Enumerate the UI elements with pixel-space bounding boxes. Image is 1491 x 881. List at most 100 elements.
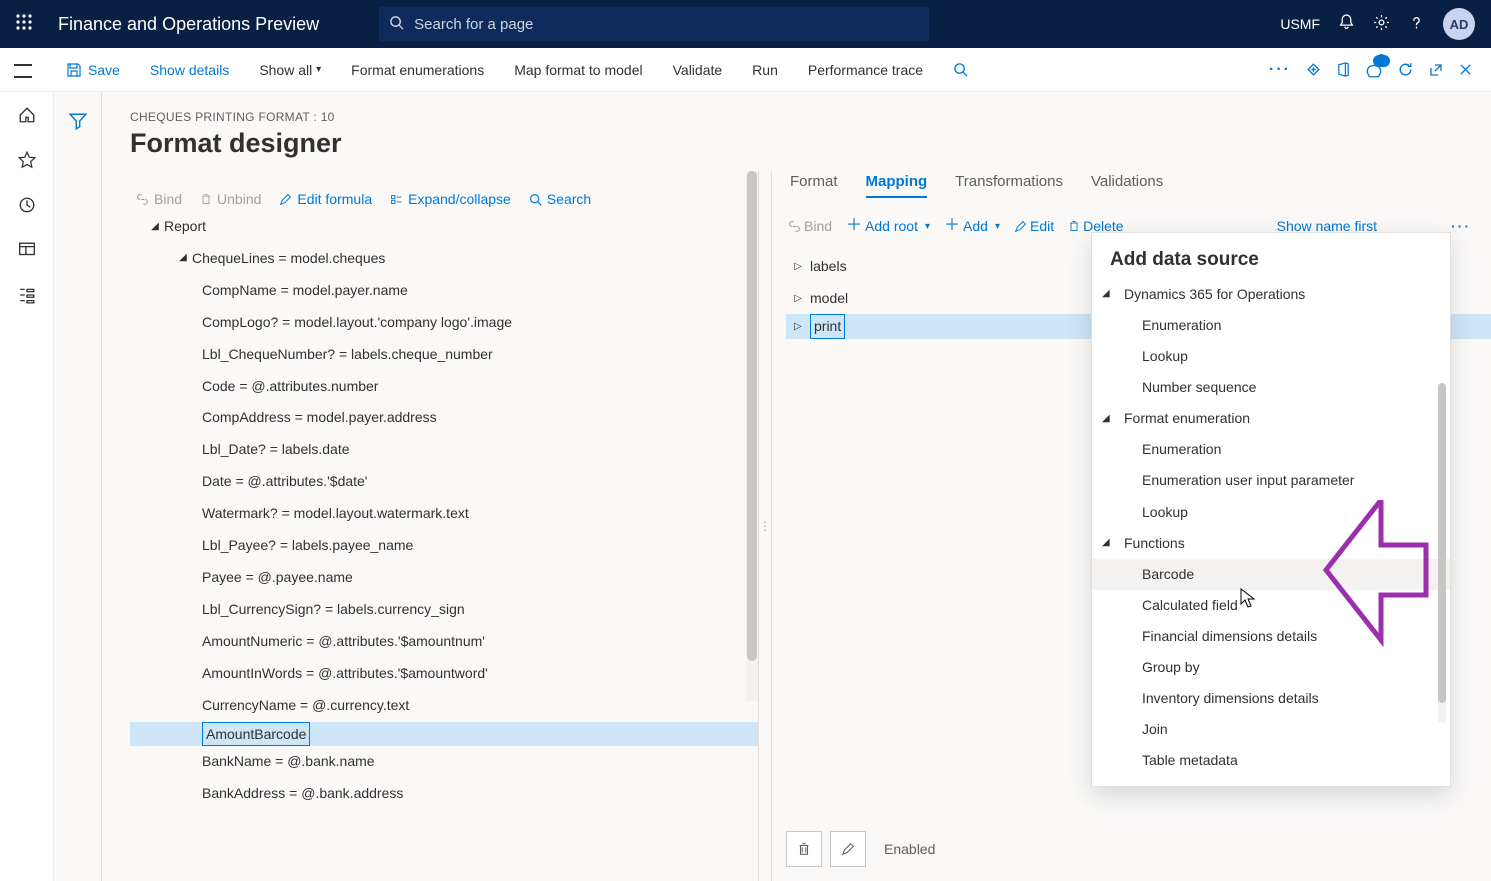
recent-icon[interactable] xyxy=(18,196,36,219)
r-more-icon[interactable]: ··· xyxy=(1451,218,1471,234)
popup-item[interactable]: Inventory dimensions details xyxy=(1092,683,1450,714)
popup-item[interactable]: Table metadata xyxy=(1092,745,1450,776)
popup-group-header[interactable]: ◢Format enumeration xyxy=(1092,403,1450,434)
add-button[interactable]: ＋Add▾ xyxy=(944,218,1000,234)
edit-formula-label: Edit formula xyxy=(297,191,372,207)
validate-button[interactable]: Validate xyxy=(661,48,735,91)
popup-item[interactable]: Lookup xyxy=(1092,497,1450,528)
tree-row[interactable]: Lbl_Payee? = labels.payee_name xyxy=(130,530,758,562)
tree-label: BankName = @.bank.name xyxy=(202,746,375,778)
app-launcher-icon[interactable] xyxy=(8,14,40,35)
popup-item[interactable]: Financial dimensions details xyxy=(1092,621,1450,652)
command-bar: Save Show details Show all ▾ Format enum… xyxy=(0,48,1491,92)
tree-row[interactable]: AmountBarcode xyxy=(130,722,758,746)
popup-item[interactable]: Number sequence xyxy=(1092,372,1450,403)
bind-button[interactable]: Bind xyxy=(136,191,182,207)
tree-row[interactable]: Payee = @.payee.name xyxy=(130,562,758,594)
tree-row[interactable]: ◢Report xyxy=(130,211,758,243)
tree-row[interactable]: Lbl_ChequeNumber? = labels.cheque_number xyxy=(130,339,758,371)
pane-splitter[interactable] xyxy=(758,171,772,881)
expand-collapse-button[interactable]: Expand/collapse xyxy=(390,191,511,207)
bottom-delete-button[interactable] xyxy=(786,831,822,867)
office-icon[interactable] xyxy=(1336,61,1351,78)
tree-label: Watermark? = model.layout.watermark.text xyxy=(202,498,469,530)
tree-label: Report xyxy=(164,211,206,243)
tree-label: Lbl_Payee? = labels.payee_name xyxy=(202,530,413,562)
tree-row[interactable]: BankName = @.bank.name xyxy=(130,746,758,778)
help-icon[interactable] xyxy=(1408,14,1425,34)
format-tree[interactable]: ◢Report◢ChequeLines = model.chequesCompN… xyxy=(130,207,758,810)
tree-row[interactable]: CompLogo? = model.layout.'company logo'.… xyxy=(130,307,758,339)
popup-scrollbar[interactable] xyxy=(1438,383,1446,723)
bottom-edit-button[interactable] xyxy=(830,831,866,867)
unbind-button[interactable]: Unbind xyxy=(200,191,261,207)
tree-row[interactable]: Code = @.attributes.number xyxy=(130,371,758,403)
refresh-icon[interactable] xyxy=(1397,61,1414,78)
notifications-badge-icon[interactable]: 0 xyxy=(1365,61,1383,79)
right-tabs: Format Mapping Transformations Validatio… xyxy=(782,171,1491,200)
popup-group-header[interactable]: ◢Functions xyxy=(1092,528,1450,559)
modules-icon[interactable] xyxy=(18,286,36,309)
tab-format[interactable]: Format xyxy=(790,173,838,198)
tree-row[interactable]: CompName = model.payer.name xyxy=(130,275,758,307)
popup-item[interactable]: Enumeration user input parameter xyxy=(1092,465,1450,496)
format-enumerations-button[interactable]: Format enumerations xyxy=(339,48,496,91)
run-button[interactable]: Run xyxy=(740,48,790,91)
tree-row[interactable]: Date = @.attributes.'$date' xyxy=(130,466,758,498)
tree-label: Lbl_Date? = labels.date xyxy=(202,434,350,466)
tab-transformations[interactable]: Transformations xyxy=(955,173,1063,198)
tree-row[interactable]: Watermark? = model.layout.watermark.text xyxy=(130,498,758,530)
tree-row[interactable]: ◢ChequeLines = model.cheques xyxy=(130,243,758,275)
company-code[interactable]: USMF xyxy=(1280,16,1320,32)
filter-icon[interactable] xyxy=(69,112,87,881)
performance-trace-button[interactable]: Performance trace xyxy=(796,48,935,91)
popout-icon[interactable] xyxy=(1428,62,1444,78)
tab-mapping[interactable]: Mapping xyxy=(866,173,928,198)
tree-row[interactable]: AmountNumeric = @.attributes.'$amountnum… xyxy=(130,626,758,658)
show-details-button[interactable]: Show details xyxy=(138,48,241,91)
add-root-button[interactable]: ＋Add root▾ xyxy=(846,218,930,234)
save-button[interactable]: Save xyxy=(54,48,132,91)
popup-item[interactable]: Calculated field xyxy=(1092,590,1450,621)
popup-item[interactable]: Barcode xyxy=(1092,559,1450,590)
popup-item[interactable]: Lookup xyxy=(1092,341,1450,372)
more-icon[interactable]: ··· xyxy=(1269,61,1291,79)
close-icon[interactable] xyxy=(1458,62,1473,77)
map-format-button[interactable]: Map format to model xyxy=(502,48,654,91)
tree-label: CompAddress = model.payer.address xyxy=(202,402,437,434)
tree-row[interactable]: BankAddress = @.bank.address xyxy=(130,778,758,810)
popup-item-label: Lookup xyxy=(1142,497,1188,528)
tree-row[interactable]: CurrencyName = @.currency.text xyxy=(130,690,758,722)
popup-group-header[interactable]: ◢Dynamics 365 for Operations xyxy=(1092,279,1450,310)
chevron-down-icon: ▾ xyxy=(995,221,1000,232)
home-icon[interactable] xyxy=(18,106,36,129)
workspace-icon[interactable] xyxy=(18,241,36,264)
tree-row[interactable]: CompAddress = model.payer.address xyxy=(130,402,758,434)
edit-formula-button[interactable]: Edit formula xyxy=(279,191,372,207)
global-search-input[interactable]: Search for a page xyxy=(379,7,929,41)
cmd-search-button[interactable] xyxy=(941,48,980,91)
tree-label: AmountNumeric = @.attributes.'$amountnum… xyxy=(202,626,485,658)
show-all-button[interactable]: Show all ▾ xyxy=(247,48,333,91)
tab-validations[interactable]: Validations xyxy=(1091,173,1163,198)
popup-item[interactable]: Join xyxy=(1092,714,1450,745)
tree-row[interactable]: Lbl_CurrencySign? = labels.currency_sign xyxy=(130,594,758,626)
popup-item[interactable]: Enumeration xyxy=(1092,310,1450,341)
star-icon[interactable] xyxy=(18,151,36,174)
gear-icon[interactable] xyxy=(1373,14,1390,34)
r-bind-button[interactable]: Bind xyxy=(788,218,832,234)
r-edit-button[interactable]: Edit xyxy=(1014,218,1054,234)
user-avatar[interactable]: AD xyxy=(1443,8,1475,40)
popup-item[interactable]: Enumeration xyxy=(1092,434,1450,465)
tree-search-button[interactable]: Search xyxy=(529,191,591,207)
tree-row[interactable]: AmountInWords = @.attributes.'$amountwor… xyxy=(130,658,758,690)
bell-icon[interactable] xyxy=(1338,14,1355,34)
caret-down-icon: ◢ xyxy=(1102,408,1124,430)
attach-icon[interactable] xyxy=(1305,61,1322,78)
show-all-label: Show all xyxy=(259,62,312,78)
popup-group-label: Format enumeration xyxy=(1124,403,1250,434)
enabled-label: Enabled xyxy=(884,841,935,857)
popup-item[interactable]: Group by xyxy=(1092,652,1450,683)
tree-row[interactable]: Lbl_Date? = labels.date xyxy=(130,434,758,466)
tree-scrollbar[interactable] xyxy=(746,171,758,701)
